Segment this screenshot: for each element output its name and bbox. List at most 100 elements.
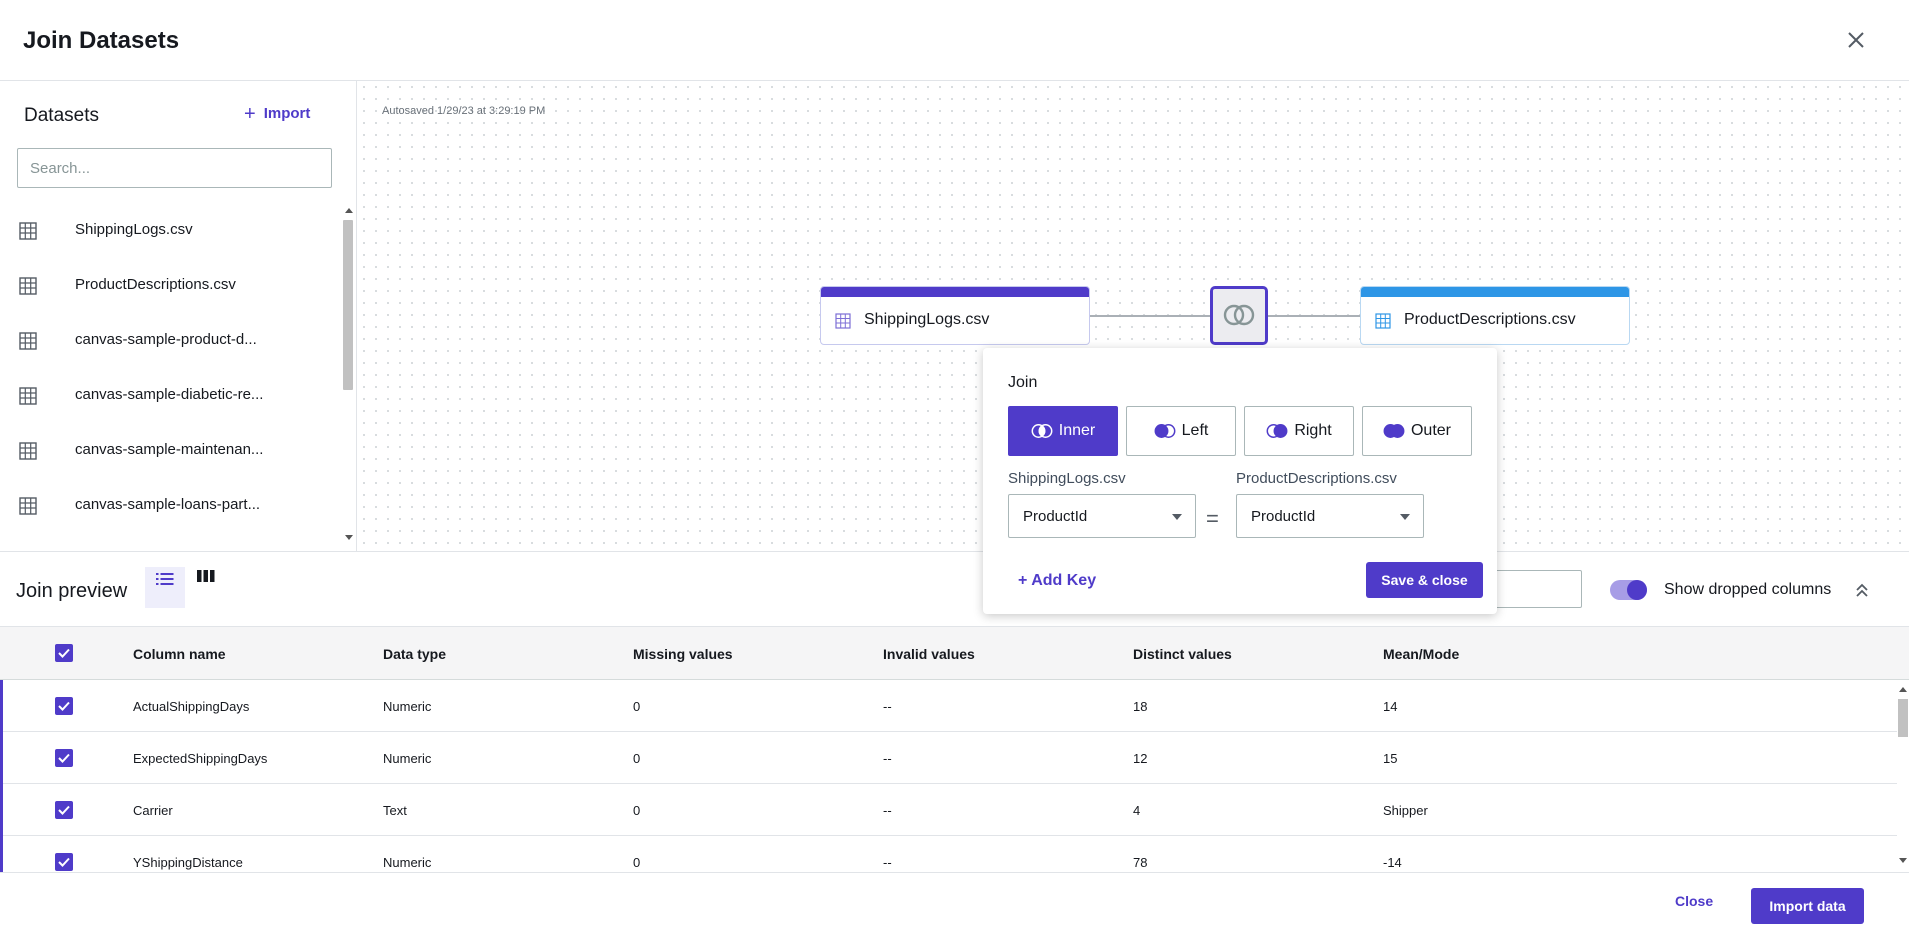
cell-data-type: Numeric xyxy=(383,855,432,870)
check-icon xyxy=(58,701,70,711)
scroll-down-icon[interactable] xyxy=(1899,858,1907,863)
dataset-item-label: ShippingLogs.csv xyxy=(75,221,193,238)
scroll-up-icon[interactable] xyxy=(345,208,353,213)
show-dropped-label: Show dropped columns xyxy=(1664,581,1832,598)
node-color-bar xyxy=(1361,287,1629,297)
dataset-item[interactable]: ShippingLogs.csv xyxy=(0,203,340,258)
row-checkbox[interactable] xyxy=(55,801,73,819)
dataset-item[interactable]: canvas-sample-product-d... xyxy=(0,313,340,368)
table-icon xyxy=(19,332,37,350)
dataset-item[interactable]: canvas-sample-loans-part... xyxy=(0,478,340,533)
check-icon xyxy=(58,753,70,763)
left-key-select[interactable]: ProductId xyxy=(1008,494,1196,538)
join-type-right-button[interactable]: Right xyxy=(1244,406,1354,456)
show-dropped-toggle[interactable] xyxy=(1610,580,1647,600)
column-header[interactable]: Mean/Mode xyxy=(1383,646,1459,662)
join-preview-bar: Join preview Show dropped columns xyxy=(0,551,1909,626)
list-view-button[interactable] xyxy=(145,567,185,608)
cell-invalid: -- xyxy=(883,855,892,870)
join-node[interactable] xyxy=(1210,286,1268,345)
import-button[interactable]: + Import xyxy=(244,104,311,124)
cell-missing: 0 xyxy=(633,803,641,818)
dataset-item-label: ProductDescriptions.csv xyxy=(75,276,236,293)
column-header[interactable]: Column name xyxy=(133,646,226,662)
cell-missing: 0 xyxy=(633,699,641,714)
close-button[interactable]: Close xyxy=(1675,893,1713,909)
datasets-sidebar: Datasets + Import ShippingLogs.csv Produ… xyxy=(0,81,357,551)
check-icon xyxy=(58,648,70,658)
cell-invalid: -- xyxy=(883,803,892,818)
caret-down-icon xyxy=(1400,514,1410,520)
table-row: ActualShippingDays Numeric 0 -- 18 14 xyxy=(3,680,1897,732)
dataset-item[interactable]: ProductDescriptions.csv xyxy=(0,258,340,313)
right-dataset-label: ProductDescriptions.csv xyxy=(1236,470,1397,487)
right-dataset-node[interactable]: ProductDescriptions.csv xyxy=(1360,286,1630,345)
cell-missing: 0 xyxy=(633,751,641,766)
row-checkbox[interactable] xyxy=(55,853,73,871)
table-icon xyxy=(1375,313,1391,329)
column-search-input[interactable] xyxy=(1486,570,1582,608)
table-row: ExpectedShippingDays Numeric 0 -- 12 15 xyxy=(3,732,1897,784)
right-node-label: ProductDescriptions.csv xyxy=(1404,311,1576,328)
join-type-outer-button[interactable]: Outer xyxy=(1362,406,1472,456)
row-checkbox[interactable] xyxy=(55,697,73,715)
list-view-icon xyxy=(156,573,174,585)
collapse-icon[interactable] xyxy=(1854,580,1870,600)
connector-line xyxy=(1090,315,1210,317)
join-type-left-button[interactable]: Left xyxy=(1126,406,1236,456)
cell-mean-mode: 14 xyxy=(1383,699,1398,714)
column-header[interactable]: Invalid values xyxy=(883,646,975,662)
join-type-group: Inner Left Right Outer xyxy=(1008,406,1472,456)
cell-invalid: -- xyxy=(883,751,892,766)
left-dataset-label: ShippingLogs.csv xyxy=(1008,470,1126,487)
table-icon xyxy=(19,387,37,405)
dataset-item[interactable]: canvas-sample-maintenan... xyxy=(0,423,340,478)
preview-table-header: Column name Data type Missing values Inv… xyxy=(0,626,1909,680)
dataset-search-input[interactable] xyxy=(17,148,332,188)
add-key-button[interactable]: + Add Key xyxy=(1018,572,1096,590)
scrollbar-thumb[interactable] xyxy=(343,220,353,390)
column-header[interactable]: Data type xyxy=(383,646,446,662)
cell-distinct: 12 xyxy=(1133,751,1148,766)
check-icon xyxy=(58,857,70,867)
table-row: Carrier Text 0 -- 4 Shipper xyxy=(3,784,1897,836)
outer-join-icon xyxy=(1383,424,1405,438)
datasets-title: Datasets xyxy=(24,105,99,126)
table-scrollbar[interactable] xyxy=(1897,680,1909,872)
table-icon xyxy=(19,442,37,460)
left-node-label: ShippingLogs.csv xyxy=(864,311,990,328)
inner-join-icon xyxy=(1031,424,1053,438)
table-icon xyxy=(19,497,37,515)
sidebar-scrollbar[interactable] xyxy=(342,204,354,546)
join-settings-popover: Join Inner Left Right Outer ShippingLogs… xyxy=(983,348,1497,614)
join-type-inner-button[interactable]: Inner xyxy=(1008,406,1118,456)
import-label: Import xyxy=(263,105,311,122)
dataset-item-label: canvas-sample-loans-part... xyxy=(75,496,261,513)
row-checkbox[interactable] xyxy=(55,749,73,767)
check-icon xyxy=(58,805,70,815)
column-header[interactable]: Distinct values xyxy=(1133,646,1232,662)
equals-sign: = xyxy=(1206,506,1219,531)
table-icon xyxy=(835,313,851,329)
dataset-item-label: canvas-sample-maintenan... xyxy=(75,441,264,458)
right-key-value: ProductId xyxy=(1251,507,1316,525)
scrollbar-thumb[interactable] xyxy=(1898,699,1908,737)
node-color-bar xyxy=(821,287,1089,297)
cell-distinct: 78 xyxy=(1133,855,1148,870)
import-data-button[interactable]: Import data xyxy=(1751,888,1864,924)
select-all-checkbox[interactable] xyxy=(55,644,73,662)
connector-line xyxy=(1268,315,1360,317)
join-type-label: Left xyxy=(1181,422,1209,439)
save-close-button[interactable]: Save & close xyxy=(1366,562,1483,598)
right-key-select[interactable]: ProductId xyxy=(1236,494,1424,538)
cell-data-type: Numeric xyxy=(383,751,432,766)
grid-view-icon[interactable] xyxy=(196,567,216,587)
dataset-item[interactable]: canvas-sample-diabetic-re... xyxy=(0,368,340,423)
cell-column-name: ActualShippingDays xyxy=(133,699,250,714)
scroll-up-icon[interactable] xyxy=(1899,687,1907,692)
cell-column-name: YShippingDistance xyxy=(133,855,243,870)
left-dataset-node[interactable]: ShippingLogs.csv xyxy=(820,286,1090,345)
scroll-down-icon[interactable] xyxy=(345,535,353,540)
close-icon[interactable] xyxy=(1843,27,1869,53)
column-header[interactable]: Missing values xyxy=(633,646,733,662)
